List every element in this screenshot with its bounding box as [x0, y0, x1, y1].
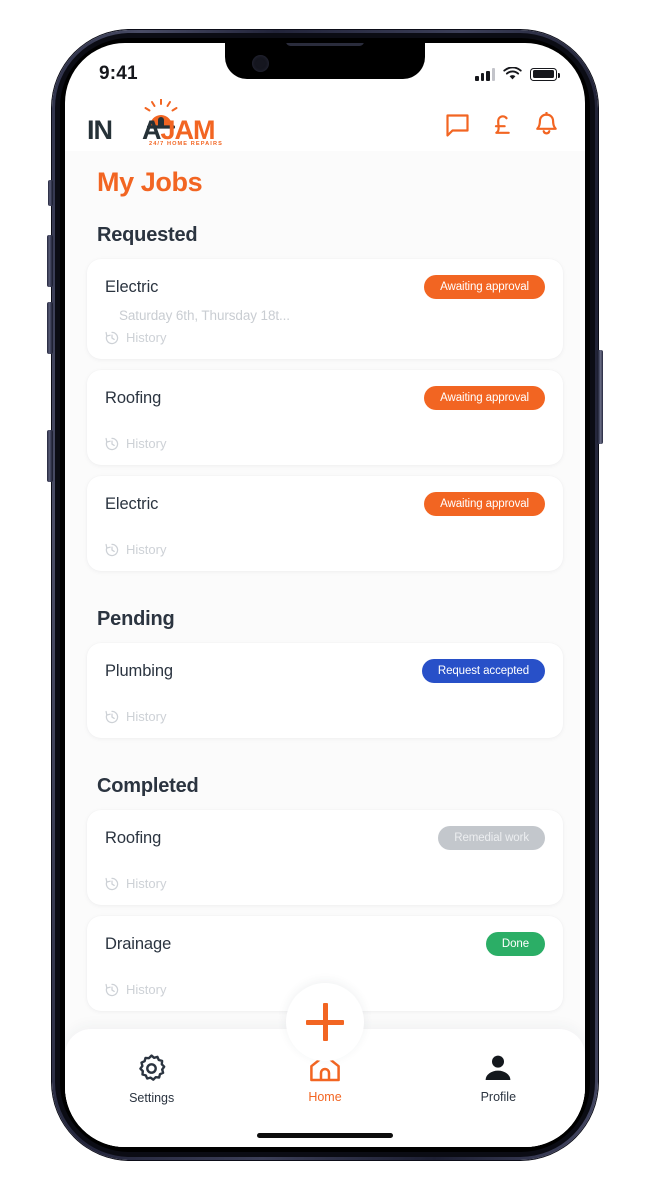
nav-label-home: Home	[308, 1090, 342, 1104]
bell-icon[interactable]	[534, 112, 559, 138]
section-title: Requested	[97, 224, 198, 246]
clock-history-icon	[105, 710, 119, 723]
job-history-label: History	[126, 436, 167, 451]
status-badge[interactable]: Done	[485, 932, 545, 956]
section-card-list: Roofing Remedial work History Drainage Done H…	[65, 810, 585, 1011]
power-button[interactable]	[597, 350, 603, 444]
job-card-header: Plumbing Request accepted	[105, 659, 545, 683]
job-card-header: Electric Awaiting approval	[105, 492, 545, 516]
job-history-row[interactable]: History	[105, 876, 545, 891]
job-card[interactable]: Roofing Remedial work History	[87, 810, 563, 905]
status-badge[interactable]: Awaiting approval	[424, 386, 545, 410]
job-history-label: History	[126, 542, 167, 557]
section-card-list: Electric Awaiting approval Saturday 6th, T…	[65, 259, 585, 571]
job-history-row[interactable]: History	[105, 709, 545, 724]
status-bar-time: 9:41	[99, 63, 138, 84]
job-card-header: Roofing Remedial work	[105, 826, 545, 850]
job-title: Drainage	[105, 934, 172, 953]
volume-up-button[interactable]	[47, 235, 53, 287]
plus-icon-vertical	[322, 1003, 328, 1041]
job-history-label: History	[126, 876, 167, 891]
status-badge[interactable]: Request accepted	[421, 659, 545, 683]
clock-history-icon	[105, 437, 119, 450]
job-title: Roofing	[105, 828, 162, 847]
status-badge[interactable]: Awaiting approval	[424, 275, 545, 299]
job-card-header: Electric Awaiting approval	[105, 275, 545, 299]
job-history-label: History	[126, 982, 167, 997]
job-card[interactable]: Roofing Awaiting approval History	[87, 370, 563, 465]
pound-icon[interactable]	[491, 113, 513, 138]
job-title: Electric	[105, 494, 159, 513]
job-card[interactable]: Electric Awaiting approval Saturday 6th, T…	[87, 259, 563, 359]
section-title: Pending	[97, 608, 175, 630]
home-indicator[interactable]	[257, 1133, 393, 1138]
battery-full-icon	[530, 67, 560, 81]
page-title: My Jobs	[97, 167, 203, 197]
clock-history-icon	[105, 331, 119, 344]
section-card-list: Plumbing Request accepted History	[65, 643, 585, 738]
status-badge[interactable]: Remedial work	[438, 826, 545, 850]
app-logo: IN AJAM 24/7 HOME REPAIRS	[87, 99, 255, 151]
status-bar: 9:41	[65, 43, 585, 95]
app-header: IN AJAM 24/7 HOME REPAIRS	[65, 95, 585, 151]
job-history-row[interactable]: History	[105, 330, 545, 345]
job-card[interactable]: Electric Awaiting approval History	[87, 476, 563, 571]
logo-text-in: IN	[87, 115, 113, 145]
header-actions	[445, 112, 559, 138]
clock-history-icon	[105, 983, 119, 996]
job-title: Plumbing	[105, 661, 173, 680]
job-history-row[interactable]: History	[105, 436, 545, 451]
job-card[interactable]: Plumbing Request accepted History	[87, 643, 563, 738]
logo-wordmark: IN AJAM	[87, 115, 216, 145]
volume-down-button[interactable]	[47, 302, 53, 354]
status-bar-indicators	[475, 67, 560, 81]
add-job-fab[interactable]	[286, 983, 364, 1061]
jobs-sections: Requested Electric Awaiting approval Saturd…	[65, 198, 585, 1011]
job-card-header: Drainage Done	[105, 932, 545, 956]
person-icon	[485, 1055, 511, 1080]
job-title: Roofing	[105, 388, 162, 407]
phone-device: 9:41 IN AJAM 24/7 HOME REPAIRS My Jobs R…	[47, 30, 603, 1160]
logo-tagline: 24/7 HOME REPAIRS	[149, 141, 223, 147]
job-history-label: History	[126, 709, 167, 724]
phone-screen: 9:41 IN AJAM 24/7 HOME REPAIRS My Jobs R…	[65, 43, 585, 1147]
job-date: Saturday 6th, Thursday 18t...	[119, 308, 290, 323]
nav-item-profile[interactable]: Profile	[412, 1053, 585, 1104]
nav-label-settings: Settings	[129, 1091, 175, 1105]
section-title: Completed	[97, 775, 199, 797]
side-accessory-button[interactable]	[47, 430, 53, 482]
cellular-signal-icon	[475, 67, 495, 81]
job-history-label: History	[126, 330, 167, 345]
clock-history-icon	[105, 877, 119, 890]
clock-history-icon	[105, 543, 119, 556]
job-history-row[interactable]: History	[105, 542, 545, 557]
nav-item-settings[interactable]: Settings	[65, 1053, 238, 1105]
gear-icon	[139, 1054, 166, 1081]
wifi-icon	[503, 67, 522, 80]
job-title: Electric	[105, 277, 159, 296]
job-card-header: Roofing Awaiting approval	[105, 386, 545, 410]
nav-label-profile: Profile	[480, 1090, 517, 1104]
mute-switch[interactable]	[48, 180, 53, 206]
status-badge[interactable]: Awaiting approval	[424, 492, 545, 516]
chat-icon[interactable]	[445, 113, 470, 138]
